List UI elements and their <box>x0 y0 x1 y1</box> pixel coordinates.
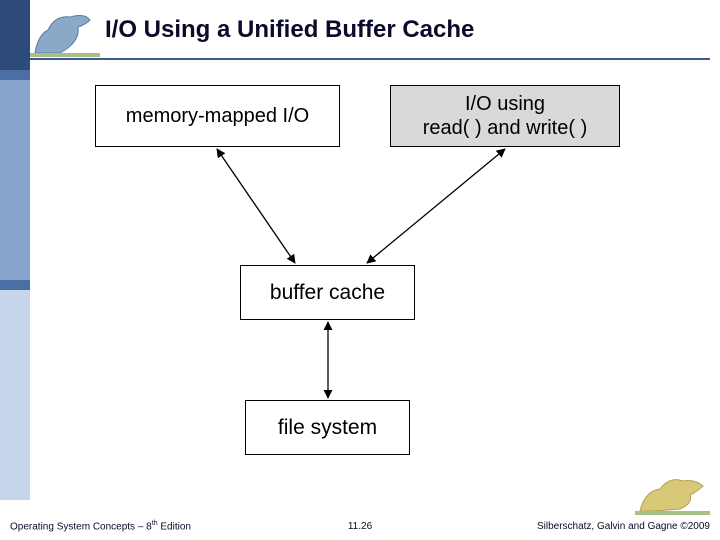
footer: Operating System Concepts – 8th Edition … <box>0 512 720 540</box>
sidebar-seg <box>0 70 30 80</box>
footer-page-number: 11.26 <box>348 521 372 532</box>
footer-text: Operating System Concepts – 8 <box>10 521 152 532</box>
sidebar-seg <box>0 0 30 70</box>
footer-text: Edition <box>158 521 191 532</box>
sidebar-seg <box>0 80 30 280</box>
title-underline <box>30 58 710 60</box>
diagram: memory-mapped I/O I/O using read( ) and … <box>85 85 635 475</box>
sidebar-seg <box>0 290 30 500</box>
page-title: I/O Using a Unified Buffer Cache <box>105 16 474 44</box>
dinosaur-icon <box>635 471 710 516</box>
slide: I/O Using a Unified Buffer Cache memory-… <box>0 0 720 540</box>
footer-left: Operating System Concepts – 8th Edition <box>10 520 191 532</box>
sidebar-decoration <box>0 0 30 500</box>
footer-right: Silberschatz, Galvin and Gagne ©2009 <box>537 521 710 532</box>
diagram-arrows <box>85 85 635 475</box>
title-bar: I/O Using a Unified Buffer Cache <box>30 0 720 60</box>
sidebar-seg <box>0 280 30 290</box>
